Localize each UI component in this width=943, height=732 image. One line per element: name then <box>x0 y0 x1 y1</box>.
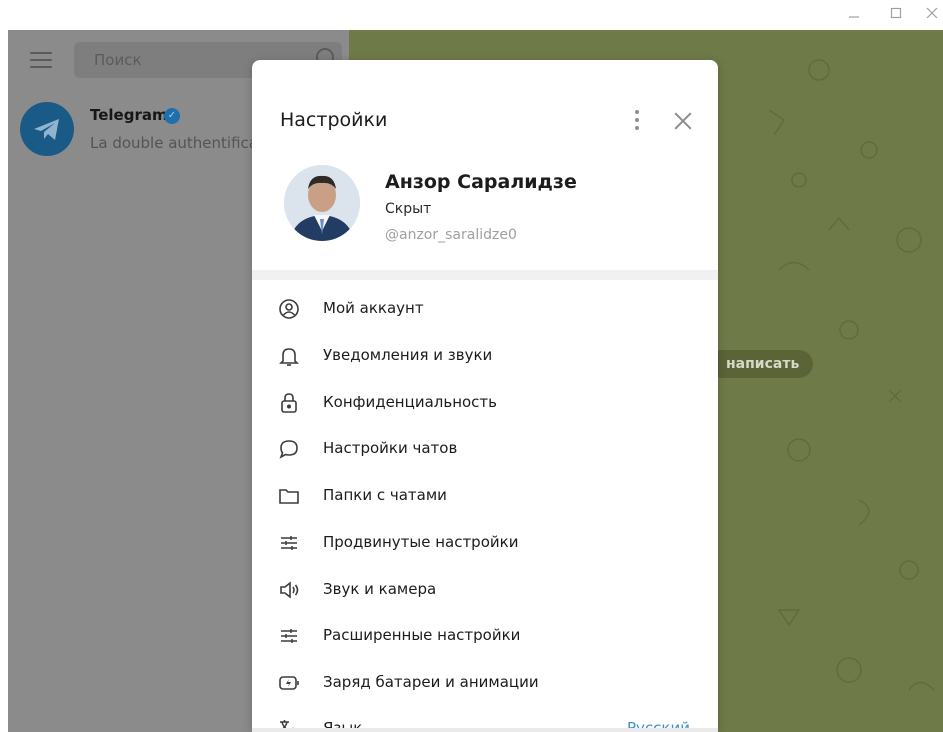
menu-item-chat-settings[interactable]: Настройки чатов <box>252 426 718 472</box>
more-options-icon[interactable] <box>630 110 644 132</box>
lock-icon <box>281 393 297 413</box>
window-close-button[interactable] <box>921 4 943 26</box>
menu-item-label: Конфиденциальность <box>323 393 498 411</box>
sliders-icon <box>281 536 297 550</box>
profile-username: @anzor_saralidze0 <box>385 227 517 243</box>
profile-avatar[interactable] <box>284 165 360 241</box>
profile-status: Скрыт <box>385 201 432 217</box>
chat-name: Telegram <box>90 106 168 124</box>
maximize-icon <box>890 7 902 19</box>
speaker-icon <box>280 581 299 599</box>
menu-item-folders[interactable]: Папки с чатами <box>252 473 718 519</box>
folder-icon <box>279 489 299 504</box>
verified-badge-icon: ✓ <box>164 108 180 124</box>
menu-item-advanced-settings[interactable]: Продвинутые настройки <box>252 520 718 566</box>
menu-item-label: Заряд батареи и анимации <box>323 673 539 691</box>
start-chat-hint: написать <box>708 350 814 378</box>
profile-photo <box>284 165 360 241</box>
section-divider <box>252 270 718 280</box>
menu-item-label: Уведомления и звуки <box>323 346 493 364</box>
profile-name: Анзор Саралидзе <box>385 171 577 193</box>
menu-item-privacy[interactable]: Конфиденциальность <box>252 380 718 426</box>
menu-item-my-account[interactable]: Мой аккаунт <box>252 286 718 332</box>
menu-item-label: Папки с чатами <box>323 486 447 504</box>
telegram-plane-icon <box>34 119 59 140</box>
search-placeholder: Поиск <box>94 51 142 69</box>
menu-item-label: Расширенные настройки <box>323 626 521 644</box>
minimize-icon <box>849 16 859 18</box>
menu-item-label: Настройки чатов <box>323 439 458 457</box>
battery-icon <box>279 676 299 690</box>
close-icon <box>926 7 938 19</box>
hamburger-menu-icon[interactable] <box>30 52 52 68</box>
menu-item-notifications[interactable]: Уведомления и звуки <box>252 333 718 379</box>
settings-title: Настройки <box>280 109 388 131</box>
menu-item-sound-camera[interactable]: Звук и камера <box>252 567 718 613</box>
menu-item-extended-settings[interactable]: Расширенные настройки <box>252 613 718 659</box>
menu-item-label: Звук и камера <box>323 580 437 598</box>
maximize-button[interactable] <box>885 4 907 26</box>
account-icon <box>279 299 299 319</box>
close-dialog-icon[interactable] <box>674 112 692 130</box>
telegram-avatar <box>20 102 74 156</box>
window-title-bar <box>0 0 943 30</box>
chat-bubble-icon <box>279 440 298 459</box>
bottom-divider <box>252 728 718 732</box>
settings-dialog: Настройки Анзор Саралидзе Скрыт @anzor_s… <box>252 60 718 732</box>
sliders-icon <box>281 629 297 643</box>
menu-item-battery-animation[interactable]: Заряд батареи и анимации <box>252 660 718 706</box>
menu-item-label: Мой аккаунт <box>323 299 424 317</box>
telegram-app: Поиск Telegram ✓ La double authentificat… <box>8 30 943 732</box>
minimize-button[interactable] <box>843 4 865 26</box>
bell-icon <box>279 348 299 366</box>
menu-item-label: Продвинутые настройки <box>323 533 519 551</box>
